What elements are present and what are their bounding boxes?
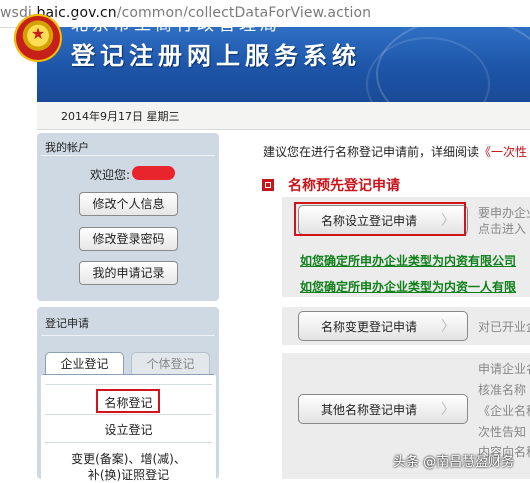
tab-individual-registration[interactable]: 个体登记 [131,352,210,375]
other-description-line: 申请企业名 [478,362,530,376]
domestic-single-llc-link[interactable]: 如您确定所申办企业类型为内资一人有限 [300,278,516,295]
section-icon [262,179,274,191]
system-title: 登记注册网上服务系统 [71,42,361,70]
change-description: 对已开业企 [478,320,530,334]
advice-text: 建议您在进行名称登记申请前，详细阅读《一次性 [263,145,528,159]
chevron-right-icon: 〉 [441,402,455,418]
other-description-line: 次性告知 [478,425,527,439]
redacted-username [132,166,175,180]
bureau-name: 北京市工商行政管理局 [71,15,281,35]
divider [45,442,212,443]
divider [45,414,212,415]
menu-item-license-registration[interactable]: 补(换)证照登记 [41,466,216,483]
highlight-box [294,202,466,236]
edit-profile-button[interactable]: 修改个人信息 [79,192,178,216]
highlight-box [96,389,160,413]
divider [41,335,215,336]
other-description-line: 核准名称 [478,383,527,397]
divider [45,384,212,385]
current-date: 2014年9月17日 星期三 [61,110,180,123]
name-change-button[interactable]: 名称变更登记申请〉 [298,311,468,341]
other-name-button[interactable]: 其他名称登记申请〉 [298,394,468,424]
establish-description-line: 点击进入 [478,222,527,236]
date-bar: 2014年9月17日 星期三 [37,102,530,130]
chevron-right-icon: 〉 [441,319,455,335]
menu-item-change-registration[interactable]: 变更(备案)、增(减)、 [41,450,216,467]
welcome-text: 欢迎您: [90,168,131,182]
national-emblem-icon: ★ [14,14,62,62]
my-applications-button[interactable]: 我的申请记录 [79,261,178,285]
establish-description-line: 要申办企业 [478,206,530,220]
guide-link[interactable]: 《一次性 [479,145,527,159]
domestic-llc-link[interactable]: 如您确定所申办企业类型为内资有限公司 [300,252,516,269]
tab-enterprise-registration[interactable]: 企业登记 [45,352,124,375]
other-description-line: 《企业名称 [478,404,530,418]
divider [41,155,215,156]
account-panel-title: 我的帐户 [45,141,89,154]
watermark: 头条 @南昌慧盈财务 [393,455,515,470]
registration-panel-title: 登记申请 [45,317,89,330]
section-title: 名称预先登记申请 [288,178,400,194]
menu-item-establishment-registration[interactable]: 设立登记 [41,421,216,438]
change-password-button[interactable]: 修改登录密码 [79,227,178,251]
